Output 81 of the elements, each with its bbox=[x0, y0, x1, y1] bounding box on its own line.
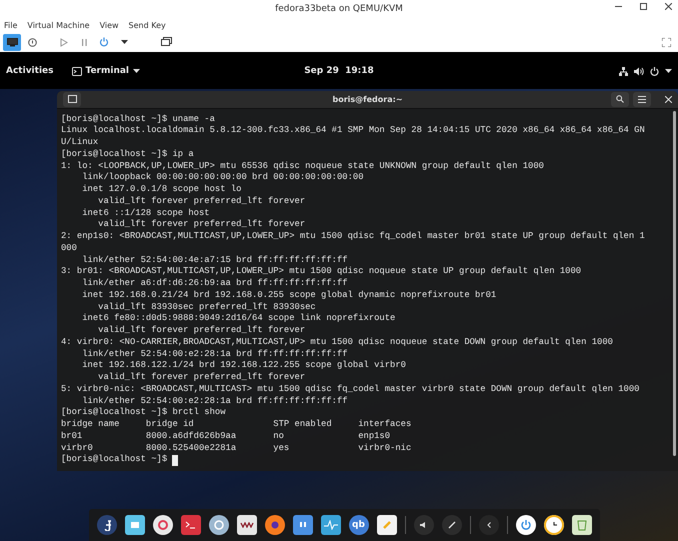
text-cursor bbox=[172, 454, 178, 466]
info-icon bbox=[28, 38, 36, 46]
terminal-line: link/ether a6:df:d6:26:b9:aa brd ff:ff:ff:ff:ff:ff bbox=[81, 278, 348, 290]
terminal-line: [boris@localhost ~]$ uname -a bbox=[61, 114, 215, 126]
terminal-line: link/ether 52:54:00:e2:28:1a brd ff:ff:ff:ff:ff:ff bbox=[81, 396, 348, 408]
terminal-line: virbr0 8000.525400e2281a yes virbr0-nic bbox=[61, 442, 412, 454]
caret-icon bbox=[133, 69, 140, 73]
firefox-icon[interactable] bbox=[264, 515, 284, 535]
close-icon[interactable] bbox=[665, 3, 672, 10]
new-tab-button[interactable] bbox=[63, 92, 81, 107]
menu-item[interactable]: Send Key bbox=[128, 20, 166, 30]
terminal-line: inet 192.168.122.1/24 brd 192.168.122.255 scope global virbr0 bbox=[81, 360, 406, 372]
monitor-icon bbox=[6, 38, 18, 46]
terminal-line: br01 8000.a6dfd626b9aa no enp1s0 bbox=[61, 430, 390, 442]
terminal-line: 5: virbr0-nic: <BROADCAST,MULTICAST> mtu 1500 qdisc fq_codel master virbr0 state DOWN group default qlen 1000 bbox=[61, 384, 640, 396]
window-title: fedora33beta on QEMU/KVM bbox=[275, 4, 403, 14]
terminal-line: link/ether 52:54:00:e2:28:1a brd ff:ff:ff:ff:ff:ff bbox=[81, 348, 348, 360]
terminal-line: valid_lft 83930sec preferred_lft 83930sec bbox=[97, 302, 316, 314]
scrollbar[interactable] bbox=[673, 110, 676, 456]
search-button[interactable] bbox=[611, 92, 629, 107]
fedora-logo-icon[interactable] bbox=[96, 515, 116, 535]
power-icon bbox=[99, 37, 109, 47]
menu-button[interactable] bbox=[633, 92, 651, 107]
volume-icon[interactable] bbox=[414, 515, 434, 535]
terminal-line: U/Linux bbox=[61, 137, 98, 149]
menu-icon bbox=[638, 96, 646, 103]
virtual-machine-icon[interactable] bbox=[236, 515, 256, 535]
search-icon bbox=[616, 95, 624, 104]
screens-icon bbox=[160, 37, 172, 47]
terminal-line: 4: virbr0: <NO-CARRIER,BROADCAST,MULTICAST,UP> mtu 1500 qdisc noqueue state DOWN group default qlen 1000 bbox=[61, 336, 613, 348]
terminal-line: link/loopback 00:00:00:00:00:00 brd 00:00:00:00:00:00 bbox=[81, 172, 364, 184]
terminal-line: valid_lft forever preferred_lft forever bbox=[97, 196, 306, 208]
terminal-line: 2: enp1s0: <BROADCAST,MULTICAST,UP,LOWER_UP> mtu 1500 qdisc fq_codel master br01 state UP group default qlen 1 bbox=[61, 231, 645, 243]
terminal-line: [boris@localhost ~]$ ip a bbox=[61, 148, 194, 160]
terminal-line: 3: br01: <BROADCAST,MULTICAST,UP,LOWER_UP> mtu 1500 qdisc noqueue state UP group default qlen 1000 bbox=[61, 266, 582, 278]
play-icon bbox=[60, 38, 68, 46]
menu-item[interactable]: File bbox=[4, 20, 18, 30]
terminal-line: inet 127.0.0.1/8 scope host lo bbox=[81, 184, 242, 196]
menu-item[interactable]: View bbox=[100, 20, 119, 30]
system-monitor-icon[interactable] bbox=[320, 515, 340, 535]
caret-icon bbox=[120, 40, 128, 44]
volume-icon[interactable] bbox=[634, 66, 644, 76]
toolbar-button[interactable] bbox=[3, 34, 21, 50]
menu-item[interactable]: Virtual Machine bbox=[27, 20, 90, 30]
clock-icon[interactable] bbox=[544, 515, 564, 535]
terminal-icon[interactable] bbox=[180, 515, 200, 535]
pause-icon bbox=[80, 38, 88, 46]
qbittorrent-icon[interactable]: qb bbox=[348, 515, 368, 535]
disc-icon[interactable] bbox=[208, 515, 228, 535]
terminal-line: inet6 fe80::d0d5:9888:9049:2d16/64 scope link noprefixroute bbox=[81, 313, 396, 325]
power-icon[interactable] bbox=[516, 515, 536, 535]
terminal-line: [boris@localhost ~]$ bbox=[61, 454, 168, 466]
caret-icon[interactable] bbox=[665, 69, 672, 73]
power-icon[interactable] bbox=[650, 66, 659, 76]
notes-icon[interactable] bbox=[376, 515, 396, 535]
terminal-line: valid_lft forever preferred_lft forever bbox=[97, 372, 306, 384]
terminal-line: 000 bbox=[61, 242, 77, 254]
terminal-line: valid_lft forever preferred_lft forever bbox=[97, 325, 306, 337]
terminal-icon bbox=[72, 66, 82, 76]
terminal-title: boris@fedora:~ bbox=[332, 94, 403, 104]
terminal-line: 1: lo: <LOOPBACK,UP,LOWER_UP> mtu 65536 qdisc noqueue state UNKNOWN group default qlen 1000 bbox=[61, 160, 544, 172]
terminal-line: link/ether 52:54:00:4e:a7:15 brd ff:ff:ff:ff:ff:ff bbox=[81, 254, 348, 266]
terminal-line: bridge name bridge id STP enabled interfaces bbox=[61, 419, 412, 431]
network-icon[interactable] bbox=[619, 66, 628, 76]
fullscreen-icon[interactable] bbox=[662, 38, 671, 46]
new-tab-icon bbox=[68, 95, 76, 104]
terminal-line: inet 192.168.0.21/24 brd 192.168.0.255 scope global dynamic noprefixroute br01 bbox=[81, 290, 496, 302]
trash-icon[interactable] bbox=[572, 515, 592, 535]
maximize-icon[interactable] bbox=[640, 3, 647, 10]
settings-icon[interactable] bbox=[152, 515, 172, 535]
pen-icon[interactable] bbox=[442, 515, 462, 535]
quote-icon[interactable] bbox=[292, 515, 312, 535]
activities-button[interactable]: Activities bbox=[6, 66, 54, 76]
app-menu[interactable]: Terminal bbox=[86, 66, 130, 76]
terminal-line: valid_lft forever preferred_lft forever bbox=[97, 219, 306, 231]
clock[interactable]: Sep 29 19:18 bbox=[304, 66, 374, 76]
terminal-line: inet6 ::1/128 scope host bbox=[81, 208, 210, 220]
folder-icon[interactable] bbox=[124, 515, 144, 535]
terminal-line: [boris@localhost ~]$ brctl show bbox=[61, 407, 226, 419]
terminal-line: Linux localhost.localdomain 5.8.12-300.fc33.x86_64 #1 SMP Mon Sep 28 14:04:15 UTC 2020 x86_64 x86_64 x86_64 GN bbox=[61, 125, 645, 137]
minimize-icon[interactable] bbox=[615, 3, 622, 10]
